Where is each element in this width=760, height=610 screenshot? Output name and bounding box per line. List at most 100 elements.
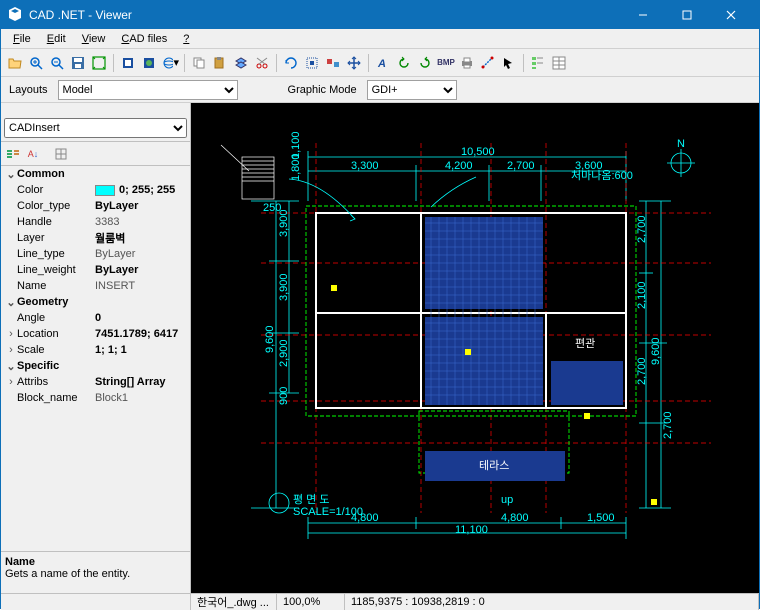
print-button[interactable] <box>457 53 477 73</box>
undo-button[interactable] <box>281 53 301 73</box>
svg-text:2,700: 2,700 <box>636 215 648 243</box>
svg-text:250: 250 <box>263 202 281 214</box>
property-grid[interactable]: ⌄CommonColor0; 255; 255Color_typeByLayer… <box>1 166 190 551</box>
svg-text:평 면 도: 평 면 도 <box>293 493 329 506</box>
arrow-button[interactable] <box>499 53 519 73</box>
prop-row[interactable]: Line_typeByLayer <box>1 246 190 262</box>
prop-row[interactable]: Block_nameBlock1 <box>1 390 190 406</box>
box-button[interactable] <box>118 53 138 73</box>
layouts-select[interactable]: Model <box>58 80 238 100</box>
svg-text:2,900: 2,900 <box>278 339 290 367</box>
prop-row[interactable]: Line_weightByLayer <box>1 262 190 278</box>
rotate-right-button[interactable] <box>415 53 435 73</box>
text-button[interactable]: A <box>373 53 393 73</box>
main-area: CADInsert A↓ ⌄CommonColor0; 255; 255Colo… <box>1 103 759 593</box>
prop-row[interactable]: ›AttribsString[] Array <box>1 374 190 390</box>
svg-text:1,500: 1,500 <box>587 512 615 524</box>
svg-text:2,100: 2,100 <box>636 281 648 309</box>
svg-text:9,600: 9,600 <box>650 337 662 365</box>
prop-row[interactable]: ›Location7451.1789; 6417 <box>1 326 190 342</box>
svg-text:9,600: 9,600 <box>264 325 276 353</box>
measure-button[interactable] <box>478 53 498 73</box>
select-button[interactable] <box>302 53 322 73</box>
layers-button[interactable] <box>231 53 251 73</box>
svg-text:3,900: 3,900 <box>278 273 290 301</box>
prop-category[interactable]: ⌄Specific <box>1 358 190 374</box>
app-icon <box>7 7 23 23</box>
svg-text:처마나옴:600: 처마나옴:600 <box>571 169 633 182</box>
svg-text:3,300: 3,300 <box>351 160 379 172</box>
prop-row[interactable]: NameINSERT <box>1 278 190 294</box>
zoom-in-button[interactable] <box>26 53 46 73</box>
graphic-mode-select[interactable]: GDI+ <box>367 80 457 100</box>
menu-file[interactable]: File <box>5 31 39 47</box>
svg-text:4,800: 4,800 <box>501 512 529 524</box>
tree-button[interactable] <box>528 53 548 73</box>
rotate-left-button[interactable] <box>394 53 414 73</box>
svg-text:2,700: 2,700 <box>662 411 674 439</box>
paste-button[interactable] <box>210 53 230 73</box>
svg-text:편관: 편관 <box>575 337 595 350</box>
svg-text:4,200: 4,200 <box>445 160 473 172</box>
menu-edit[interactable]: Edit <box>39 31 74 47</box>
menu-cad-files[interactable]: CAD files <box>113 31 175 47</box>
fit-button[interactable] <box>89 53 109 73</box>
save-button[interactable] <box>68 53 88 73</box>
prop-row[interactable]: Color_typeByLayer <box>1 198 190 214</box>
toolbar: ▾ A BMP <box>1 49 759 77</box>
statusbar: 한국어_.dwg ... 100,0% 1185,9375 : 10938,28… <box>1 593 759 610</box>
entity-selector[interactable]: CADInsert <box>4 118 187 138</box>
svg-text:up: up <box>501 494 513 506</box>
zoom-out-button[interactable] <box>47 53 67 73</box>
open-button[interactable] <box>5 53 25 73</box>
window-button[interactable] <box>139 53 159 73</box>
close-button[interactable] <box>709 1 753 29</box>
property-sidebar: CADInsert A↓ ⌄CommonColor0; 255; 255Colo… <box>1 103 191 593</box>
bmp-button[interactable]: BMP <box>436 53 456 73</box>
menu-view[interactable]: View <box>74 31 114 47</box>
maximize-button[interactable] <box>665 1 709 29</box>
prop-row[interactable]: Layer월룸벽 <box>1 230 190 246</box>
svg-text:1,100: 1,100 <box>290 131 302 159</box>
minimize-button[interactable] <box>621 1 665 29</box>
category-sort-icon[interactable] <box>4 145 22 163</box>
cut-button[interactable] <box>252 53 272 73</box>
orbit-button[interactable]: ▾ <box>160 53 180 73</box>
menubar: File Edit View CAD files ? <box>1 29 759 49</box>
graphic-mode-label: Graphic Mode <box>288 84 357 96</box>
status-file: 한국어_.dwg ... <box>191 594 277 610</box>
status-coords: 1185,9375 : 10938,2819 : 0 <box>345 594 759 610</box>
property-description: Name Gets a name of the entity. <box>1 551 190 593</box>
menu-help[interactable]: ? <box>175 31 197 47</box>
svg-text:11,100: 11,100 <box>455 524 488 536</box>
prop-category[interactable]: ⌄Geometry <box>1 294 190 310</box>
titlebar: CAD .NET - Viewer <box>1 1 759 29</box>
svg-text:SCALE=1/100: SCALE=1/100 <box>293 506 363 518</box>
desc-text: Gets a name of the entity. <box>5 568 186 580</box>
layout-bar: Layouts Model Graphic Mode GDI+ <box>1 77 759 103</box>
prop-row[interactable]: Angle0 <box>1 310 190 326</box>
svg-text:10,500: 10,500 <box>461 146 495 158</box>
desc-name: Name <box>5 556 186 568</box>
cad-drawing: 10,500 3,300 4,200 2,700 3,600 4,800 11,… <box>191 103 759 593</box>
grid-icon[interactable] <box>52 145 70 163</box>
window-title: CAD .NET - Viewer <box>29 8 621 22</box>
prop-row[interactable]: Handle3383 <box>1 214 190 230</box>
layouts-label: Layouts <box>9 84 48 96</box>
svg-text:900: 900 <box>278 387 290 405</box>
alpha-sort-icon[interactable]: A↓ <box>24 145 42 163</box>
pan-button[interactable] <box>344 53 364 73</box>
svg-text:테라스: 테라스 <box>479 459 509 472</box>
svg-text:N: N <box>677 138 685 150</box>
cad-canvas[interactable]: 10,500 3,300 4,200 2,700 3,600 4,800 11,… <box>191 103 759 593</box>
prop-row[interactable]: Color0; 255; 255 <box>1 182 190 198</box>
svg-text:2,700: 2,700 <box>636 357 648 385</box>
copy-button[interactable] <box>189 53 209 73</box>
prop-category[interactable]: ⌄Common <box>1 166 190 182</box>
svg-text:A: A <box>377 58 386 70</box>
props-button[interactable] <box>549 53 569 73</box>
swap-button[interactable] <box>323 53 343 73</box>
status-zoom: 100,0% <box>277 594 345 610</box>
svg-text:2,700: 2,700 <box>507 160 535 172</box>
prop-row[interactable]: ›Scale1; 1; 1 <box>1 342 190 358</box>
